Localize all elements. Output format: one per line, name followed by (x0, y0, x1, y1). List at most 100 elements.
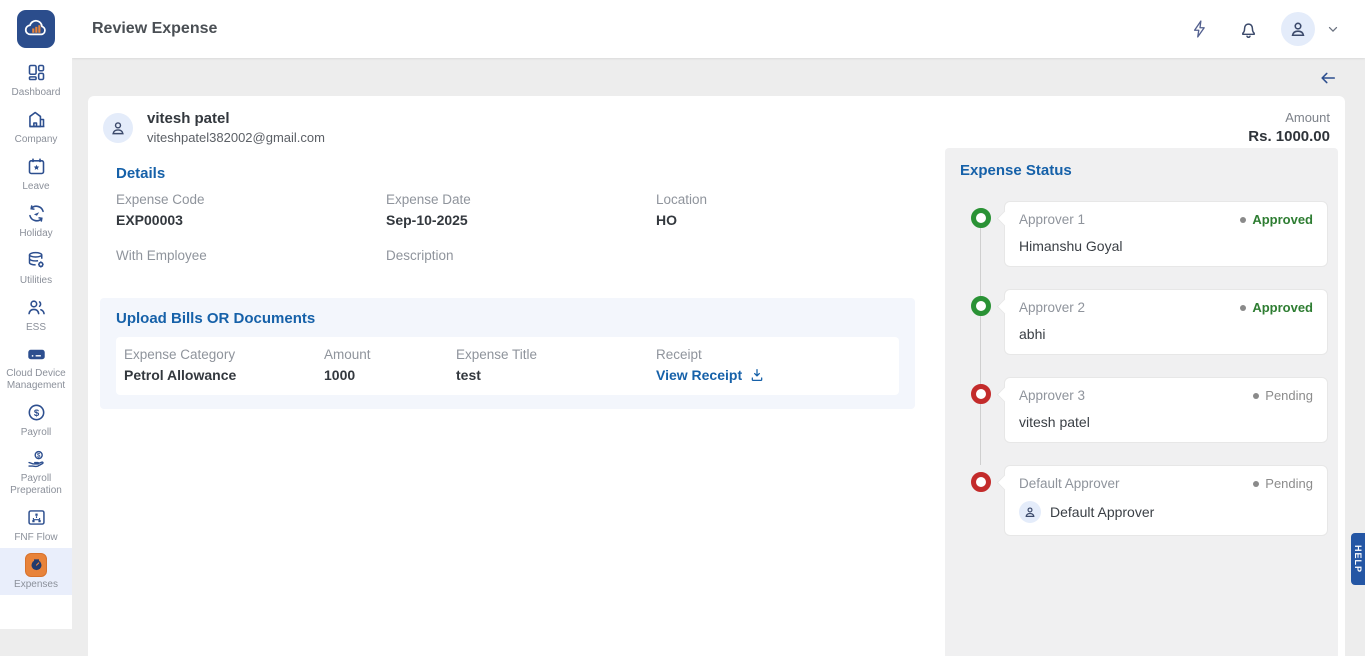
approver-card: Default Approver Pending Default Approve… (1004, 465, 1328, 536)
status-bullet-icon (1253, 481, 1259, 487)
card-notch (997, 299, 1013, 315)
sidebar-item-label: Utilities (20, 275, 52, 287)
sidebar-item-label: Dashboard (12, 87, 61, 99)
status-bullet-icon (1240, 217, 1246, 223)
sidebar-item-label: Payroll Preperation (2, 473, 70, 497)
bill-amount: Amount 1000 (324, 347, 456, 383)
upload-bills-section: Upload Bills OR Documents Expense Catego… (100, 298, 915, 409)
approval-step-2: Approver 2 Approved abhi (960, 289, 1328, 355)
sidebar-item-dashboard[interactable]: Dashboard (0, 56, 72, 103)
expense-status-heading: Expense Status (960, 162, 1328, 179)
status-badge: Approved (1252, 300, 1313, 315)
user-avatar[interactable] (1281, 12, 1315, 46)
field-expense-date: Expense Date Sep-10-2025 (386, 192, 656, 228)
field-description: Description (386, 248, 656, 284)
card-notch (997, 387, 1013, 403)
svg-text:$: $ (33, 408, 39, 419)
arrow-left-icon (1318, 68, 1338, 88)
app-logo-icon[interactable] (17, 10, 55, 48)
approver-card: Approver 3 Pending vitesh patel (1004, 377, 1328, 443)
sidebar-item-label: Company (15, 134, 58, 146)
employee-avatar (103, 113, 133, 143)
sidebar-item-leave[interactable]: Leave (0, 150, 72, 197)
expenses-icon (25, 554, 47, 576)
page-title: Review Expense (92, 20, 217, 38)
user-icon (1288, 19, 1308, 39)
sidebar: Dashboard Company Leave Holiday (0, 0, 72, 629)
profile-menu-chevron[interactable] (1323, 14, 1343, 44)
bill-expense-category: Expense Category Petrol Allowance (124, 347, 324, 383)
field-with-employee: With Employee (116, 248, 386, 284)
help-tab-button[interactable]: HELP (1351, 533, 1365, 585)
approver-name: abhi (1019, 326, 1313, 342)
card-notch (997, 211, 1013, 227)
topbar: Review Expense (72, 0, 1365, 58)
step-status-dot (971, 384, 991, 404)
status-bullet-icon (1240, 305, 1246, 311)
payroll-preparation-icon: $ (25, 448, 47, 470)
sidebar-item-label: Expenses (14, 579, 58, 591)
content-area: vitesh patel viteshpatel382002@gmail.com… (72, 58, 1365, 629)
download-icon (749, 367, 765, 383)
sidebar-item-expenses[interactable]: Expenses (0, 548, 72, 595)
sidebar-item-fnf-flow[interactable]: FNF Flow (0, 501, 72, 548)
svg-text:$: $ (36, 452, 40, 459)
expense-review-card: vitesh patel viteshpatel382002@gmail.com… (88, 96, 1345, 656)
default-approver-avatar (1019, 501, 1041, 523)
utilities-icon (25, 250, 47, 272)
amount-label: Amount (1248, 110, 1330, 125)
field-expense-code: Expense Code EXP00003 (116, 192, 386, 228)
sidebar-item-ess[interactable]: ESS (0, 291, 72, 338)
approval-step-3: Approver 3 Pending vitesh patel (960, 377, 1328, 443)
card-notch (997, 475, 1013, 491)
employee-name: vitesh patel (147, 110, 325, 127)
upload-bills-heading: Upload Bills OR Documents (116, 310, 899, 327)
sidebar-item-label: ESS (26, 322, 46, 334)
notifications-button[interactable] (1233, 14, 1263, 44)
approver-name: vitesh patel (1019, 414, 1313, 430)
leave-icon (25, 156, 47, 178)
status-badge: Pending (1265, 476, 1313, 491)
sidebar-item-label: Payroll (21, 427, 52, 439)
bell-icon (1238, 19, 1259, 40)
approver-card: Approver 2 Approved abhi (1004, 289, 1328, 355)
details-heading: Details (116, 165, 918, 182)
details-section: Details Expense Code EXP00003 Expense Da… (88, 155, 918, 284)
dashboard-icon (25, 62, 47, 84)
step-status-dot (971, 472, 991, 492)
company-icon (25, 109, 47, 131)
employee-email: viteshpatel382002@gmail.com (147, 130, 325, 145)
approver-card: Approver 1 Approved Himanshu Goyal (1004, 201, 1328, 267)
sidebar-item-cloud-device-management[interactable]: Cloud Device Management (0, 338, 72, 396)
step-status-dot (971, 208, 991, 228)
status-badge: Approved (1252, 212, 1313, 227)
cloud-device-icon (25, 343, 47, 365)
back-button[interactable] (1314, 65, 1342, 91)
bill-receipt: Receipt View Receipt (656, 347, 891, 383)
holiday-icon (25, 203, 47, 225)
sidebar-item-label: FNF Flow (14, 532, 57, 544)
approval-step-default: Default Approver Pending Default Approve… (960, 465, 1328, 536)
sidebar-item-utilities[interactable]: Utilities (0, 244, 72, 291)
user-icon (109, 119, 127, 137)
sidebar-item-label: Cloud Device Management (2, 368, 70, 392)
status-badge: Pending (1265, 388, 1313, 403)
field-location: Location HO (656, 192, 918, 228)
bill-row: Expense Category Petrol Allowance Amount… (116, 337, 899, 395)
ess-icon (25, 297, 47, 319)
user-icon (1023, 505, 1037, 519)
sidebar-item-payroll-preperation[interactable]: $ Payroll Preperation (0, 443, 72, 501)
sidebar-item-holiday[interactable]: Holiday (0, 197, 72, 244)
view-receipt-link[interactable]: View Receipt (656, 367, 891, 383)
status-bullet-icon (1253, 393, 1259, 399)
approver-name: Himanshu Goyal (1019, 238, 1313, 254)
quick-actions-button[interactable] (1185, 14, 1215, 44)
chevron-down-icon (1326, 22, 1340, 36)
bill-expense-title: Expense Title test (456, 347, 656, 383)
sidebar-item-payroll[interactable]: $ Payroll (0, 396, 72, 443)
sidebar-item-company[interactable]: Company (0, 103, 72, 150)
fnf-flow-icon (25, 507, 47, 529)
sidebar-item-label: Holiday (19, 228, 52, 240)
approval-step-1: Approver 1 Approved Himanshu Goyal (960, 201, 1328, 267)
payroll-icon: $ (25, 402, 47, 424)
